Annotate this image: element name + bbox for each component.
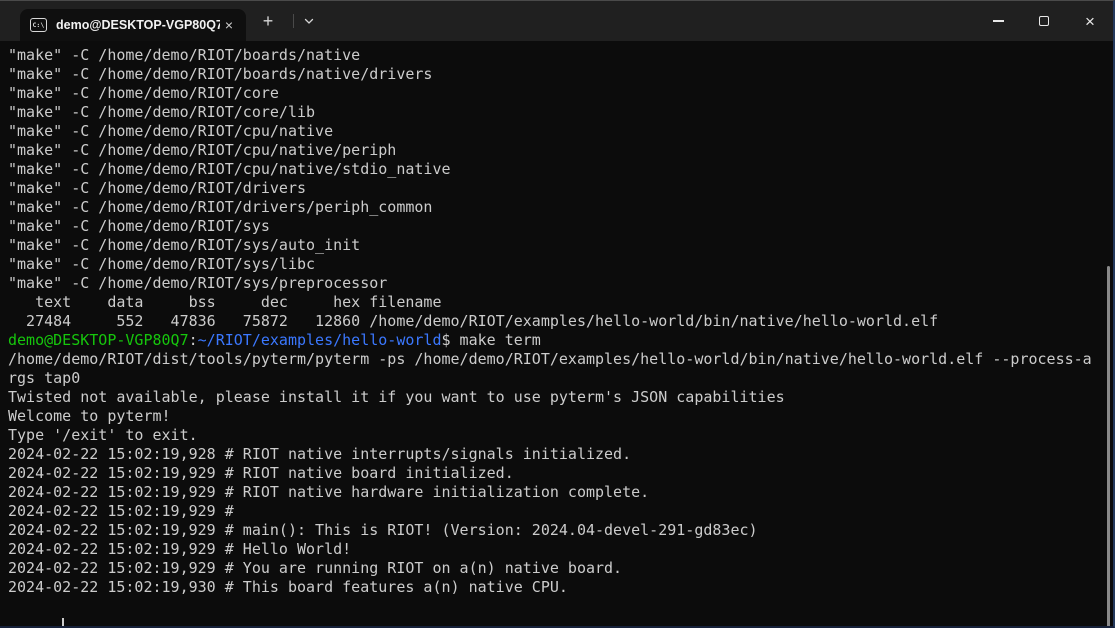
terminal-tab[interactable]: C:\ demo@DESKTOP-VGP80Q7: ~ ×	[20, 9, 246, 41]
maximize-button[interactable]	[1021, 1, 1067, 41]
maximize-icon	[1039, 16, 1049, 26]
text-cursor	[62, 618, 64, 628]
terminal-line: 2024-02-22 15:02:19,929 # Hello World!	[8, 540, 1105, 559]
new-tab-button[interactable]: +	[254, 7, 282, 35]
terminal-line: 2024-02-22 15:02:19,929 # RIOT native ha…	[8, 483, 1105, 502]
terminal-line: "make" -C /home/demo/RIOT/drivers/periph…	[8, 198, 1105, 217]
terminal-line: "make" -C /home/demo/RIOT/core/lib	[8, 103, 1105, 122]
window-controls: ×	[975, 1, 1113, 41]
chevron-down-icon	[303, 15, 315, 27]
close-icon: ×	[1085, 13, 1095, 30]
terminal-line: "make" -C /home/demo/RIOT/cpu/native/per…	[8, 141, 1105, 160]
terminal-line: "make" -C /home/demo/RIOT/boards/native/…	[8, 65, 1105, 84]
terminal-line: "make" -C /home/demo/RIOT/boards/native	[8, 46, 1105, 65]
terminal-line: "make" -C /home/demo/RIOT/core	[8, 84, 1105, 103]
terminal-line: rgs tap0	[8, 369, 1105, 388]
minimize-button[interactable]	[975, 1, 1021, 41]
cursor-line	[8, 597, 1105, 616]
terminal-line: /home/demo/RIOT/dist/tools/pyterm/pyterm…	[8, 350, 1105, 369]
terminal-line: Welcome to pyterm!	[8, 407, 1105, 426]
terminal-line: Twisted not available, please install it…	[8, 388, 1105, 407]
tab-title: demo@DESKTOP-VGP80Q7: ~	[56, 18, 220, 32]
tab-dropdown-button[interactable]	[296, 7, 322, 35]
terminal-line: "make" -C /home/demo/RIOT/drivers	[8, 179, 1105, 198]
close-button[interactable]: ×	[1067, 1, 1113, 41]
titlebar[interactable]: C:\ demo@DESKTOP-VGP80Q7: ~ × + ×	[0, 1, 1113, 41]
terminal-line: 2024-02-22 15:02:19,929 # main(): This i…	[8, 521, 1105, 540]
terminal-line: "make" -C /home/demo/RIOT/sys	[8, 217, 1105, 236]
terminal-window: C:\ demo@DESKTOP-VGP80Q7: ~ × + × "make"…	[0, 0, 1115, 628]
tabbar-separator	[293, 14, 294, 28]
terminal-line: text data bss dec hex filename	[8, 293, 1105, 312]
terminal-line: "make" -C /home/demo/RIOT/sys/auto_init	[8, 236, 1105, 255]
minimize-icon	[993, 20, 1004, 21]
terminal-line: 2024-02-22 15:02:19,929 # RIOT native bo…	[8, 464, 1105, 483]
terminal-output[interactable]: "make" -C /home/demo/RIOT/boards/native"…	[0, 41, 1113, 628]
terminal-line: 2024-02-22 15:02:19,929 #	[8, 502, 1105, 521]
terminal-line: "make" -C /home/demo/RIOT/sys/libc	[8, 255, 1105, 274]
terminal-line: "make" -C /home/demo/RIOT/cpu/native/std…	[8, 160, 1105, 179]
terminal-line: "make" -C /home/demo/RIOT/cpu/native	[8, 122, 1105, 141]
terminal-line: demo@DESKTOP-VGP80Q7:~/RIOT/examples/hel…	[8, 331, 1105, 350]
terminal-line: "make" -C /home/demo/RIOT/sys/preprocess…	[8, 274, 1105, 293]
command-prompt-icon: C:\	[30, 18, 47, 32]
terminal-lines: "make" -C /home/demo/RIOT/boards/native"…	[8, 46, 1105, 597]
tab-close-icon[interactable]: ×	[220, 16, 238, 34]
terminal-line: 2024-02-22 15:02:19,930 # This board fea…	[8, 578, 1105, 597]
terminal-line: 2024-02-22 15:02:19,929 # You are runnin…	[8, 559, 1105, 578]
terminal-line: Type '/exit' to exit.	[8, 426, 1105, 445]
terminal-line: 2024-02-22 15:02:19,928 # RIOT native in…	[8, 445, 1105, 464]
scrollbar-thumb[interactable]	[1107, 266, 1110, 628]
terminal-line: 27484 552 47836 75872 12860 /home/demo/R…	[8, 312, 1105, 331]
